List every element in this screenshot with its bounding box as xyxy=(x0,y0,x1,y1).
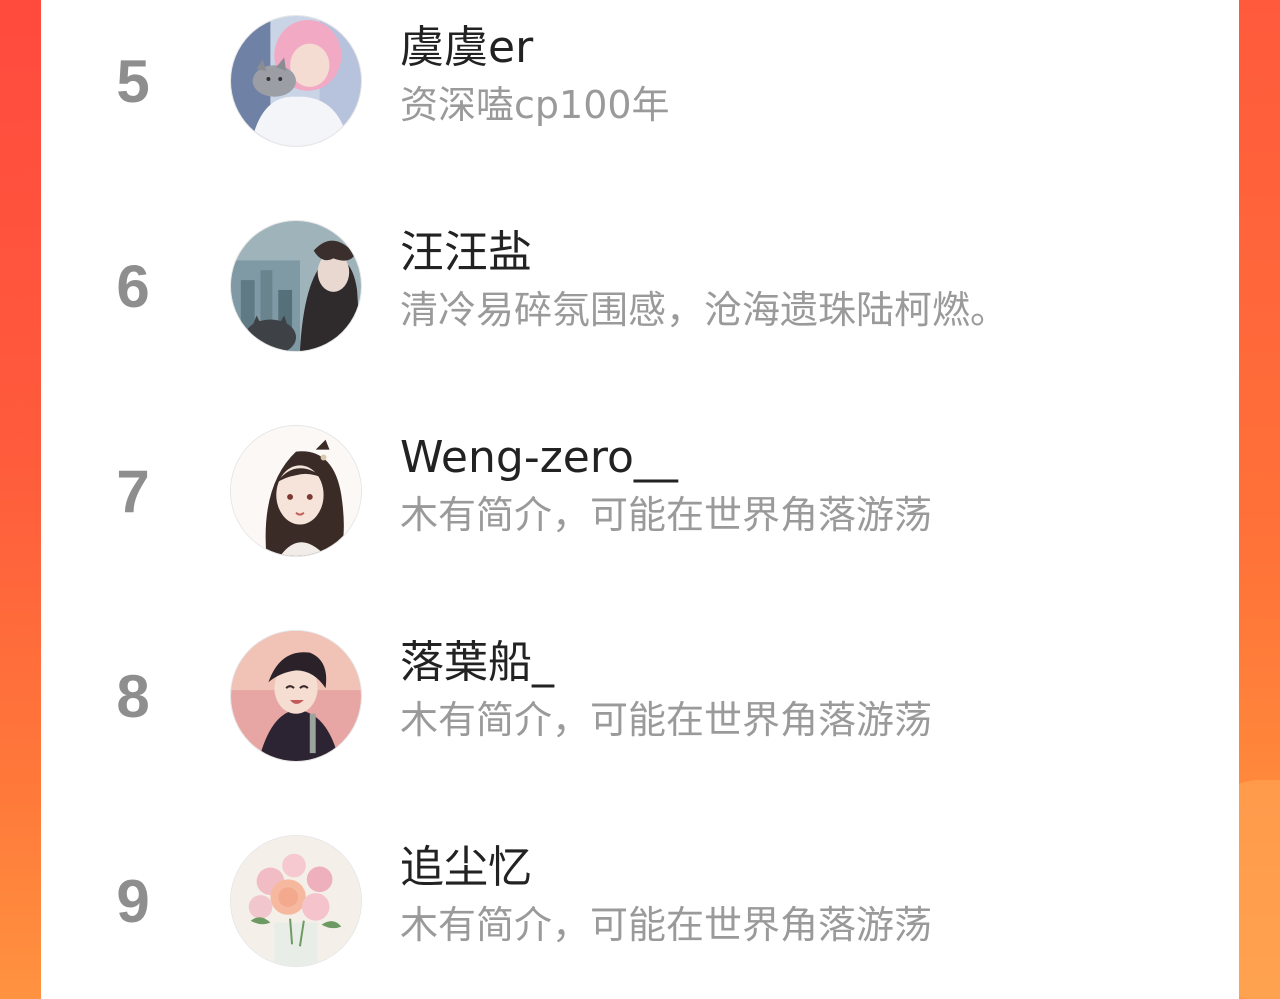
ranking-row[interactable]: 5 虞虞er 资深嗑cp100年 xyxy=(41,12,1239,152)
pink-roses-bouquet-avatar xyxy=(231,836,361,966)
ranking-row[interactable]: 7 Weng-zero__ 木有简介，可能在世界角落游荡 xyxy=(41,422,1239,562)
ranking-row[interactable]: 8 落葉船_ 木有简介，可能在世界角落游荡 xyxy=(41,627,1239,767)
ranking-row[interactable]: 9 追尘忆 木有简介，可能在世界角落游荡 xyxy=(41,832,1239,972)
anime-boy-smiling-avatar xyxy=(231,631,361,761)
rank-number: 8 xyxy=(116,663,150,730)
user-bio: 木有简介，可能在世界角落游荡 xyxy=(400,493,933,537)
user-avatar[interactable] xyxy=(230,630,362,762)
user-avatar[interactable] xyxy=(230,835,362,967)
user-avatar[interactable] xyxy=(230,15,362,147)
user-avatar[interactable] xyxy=(230,425,362,557)
user-avatar[interactable] xyxy=(230,220,362,352)
rank-number: 7 xyxy=(116,458,150,525)
user-bio: 木有简介，可能在世界角落游荡 xyxy=(400,903,933,947)
rank-number: 5 xyxy=(116,48,150,115)
rainy-window-boy-with-cat-avatar xyxy=(231,221,361,351)
right-gradient-edge xyxy=(1200,0,1280,999)
user-bio: 资深嗑cp100年 xyxy=(400,83,670,127)
user-bio: 清冷易碎氛围感，沧海遗珠陆柯燃。 xyxy=(400,288,1009,332)
user-name[interactable]: 虞虞er xyxy=(400,20,533,76)
ranking-row[interactable]: 6 汪汪盐 清冷易碎氛围感，沧海遗珠陆柯燃。 xyxy=(41,217,1239,357)
ancient-style-girl-illustration-avatar xyxy=(231,426,361,556)
user-bio: 木有简介，可能在世界角落游荡 xyxy=(400,698,933,742)
user-name[interactable]: 追尘忆 xyxy=(400,840,532,896)
user-name[interactable]: 落葉船_ xyxy=(400,635,554,691)
user-name[interactable]: Weng-zero__ xyxy=(400,430,678,486)
pink-hair-girl-with-cat-avatar xyxy=(231,16,361,146)
user-name[interactable]: 汪汪盐 xyxy=(400,225,532,281)
rank-number: 6 xyxy=(116,253,150,320)
rank-number: 9 xyxy=(116,868,150,935)
ranking-list-panel: 5 虞虞er 资深嗑cp100年 6 汪汪盐 清冷易碎氛围感，沧海遗珠陆柯燃。 … xyxy=(41,0,1239,999)
